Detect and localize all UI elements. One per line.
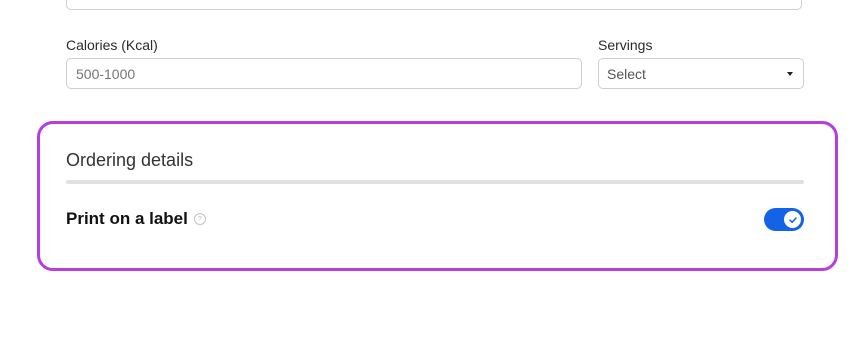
print-on-label-label: Print on a label — [66, 209, 188, 228]
check-icon — [788, 216, 797, 223]
servings-select-value: Select — [607, 65, 646, 82]
section-title: Ordering details — [66, 150, 194, 170]
ordering-details-section: Ordering details Print on a label ? — [37, 121, 838, 271]
section-divider — [66, 180, 804, 184]
print-on-label-row: Print on a label ? — [66, 209, 206, 229]
question-circle-icon[interactable]: ? — [193, 213, 206, 225]
servings-select[interactable]: Select — [598, 58, 804, 89]
servings-label: Servings — [598, 37, 653, 53]
previous-input-field[interactable] — [66, 0, 802, 10]
toggle-knob — [784, 211, 801, 228]
calories-label: Calories (Kcal) — [66, 37, 158, 53]
recipe-form: Calories (Kcal) Servings Select Ordering… — [0, 0, 865, 343]
calories-input[interactable] — [66, 58, 582, 89]
print-on-label-toggle[interactable] — [764, 208, 804, 231]
chevron-down-icon — [787, 71, 793, 76]
